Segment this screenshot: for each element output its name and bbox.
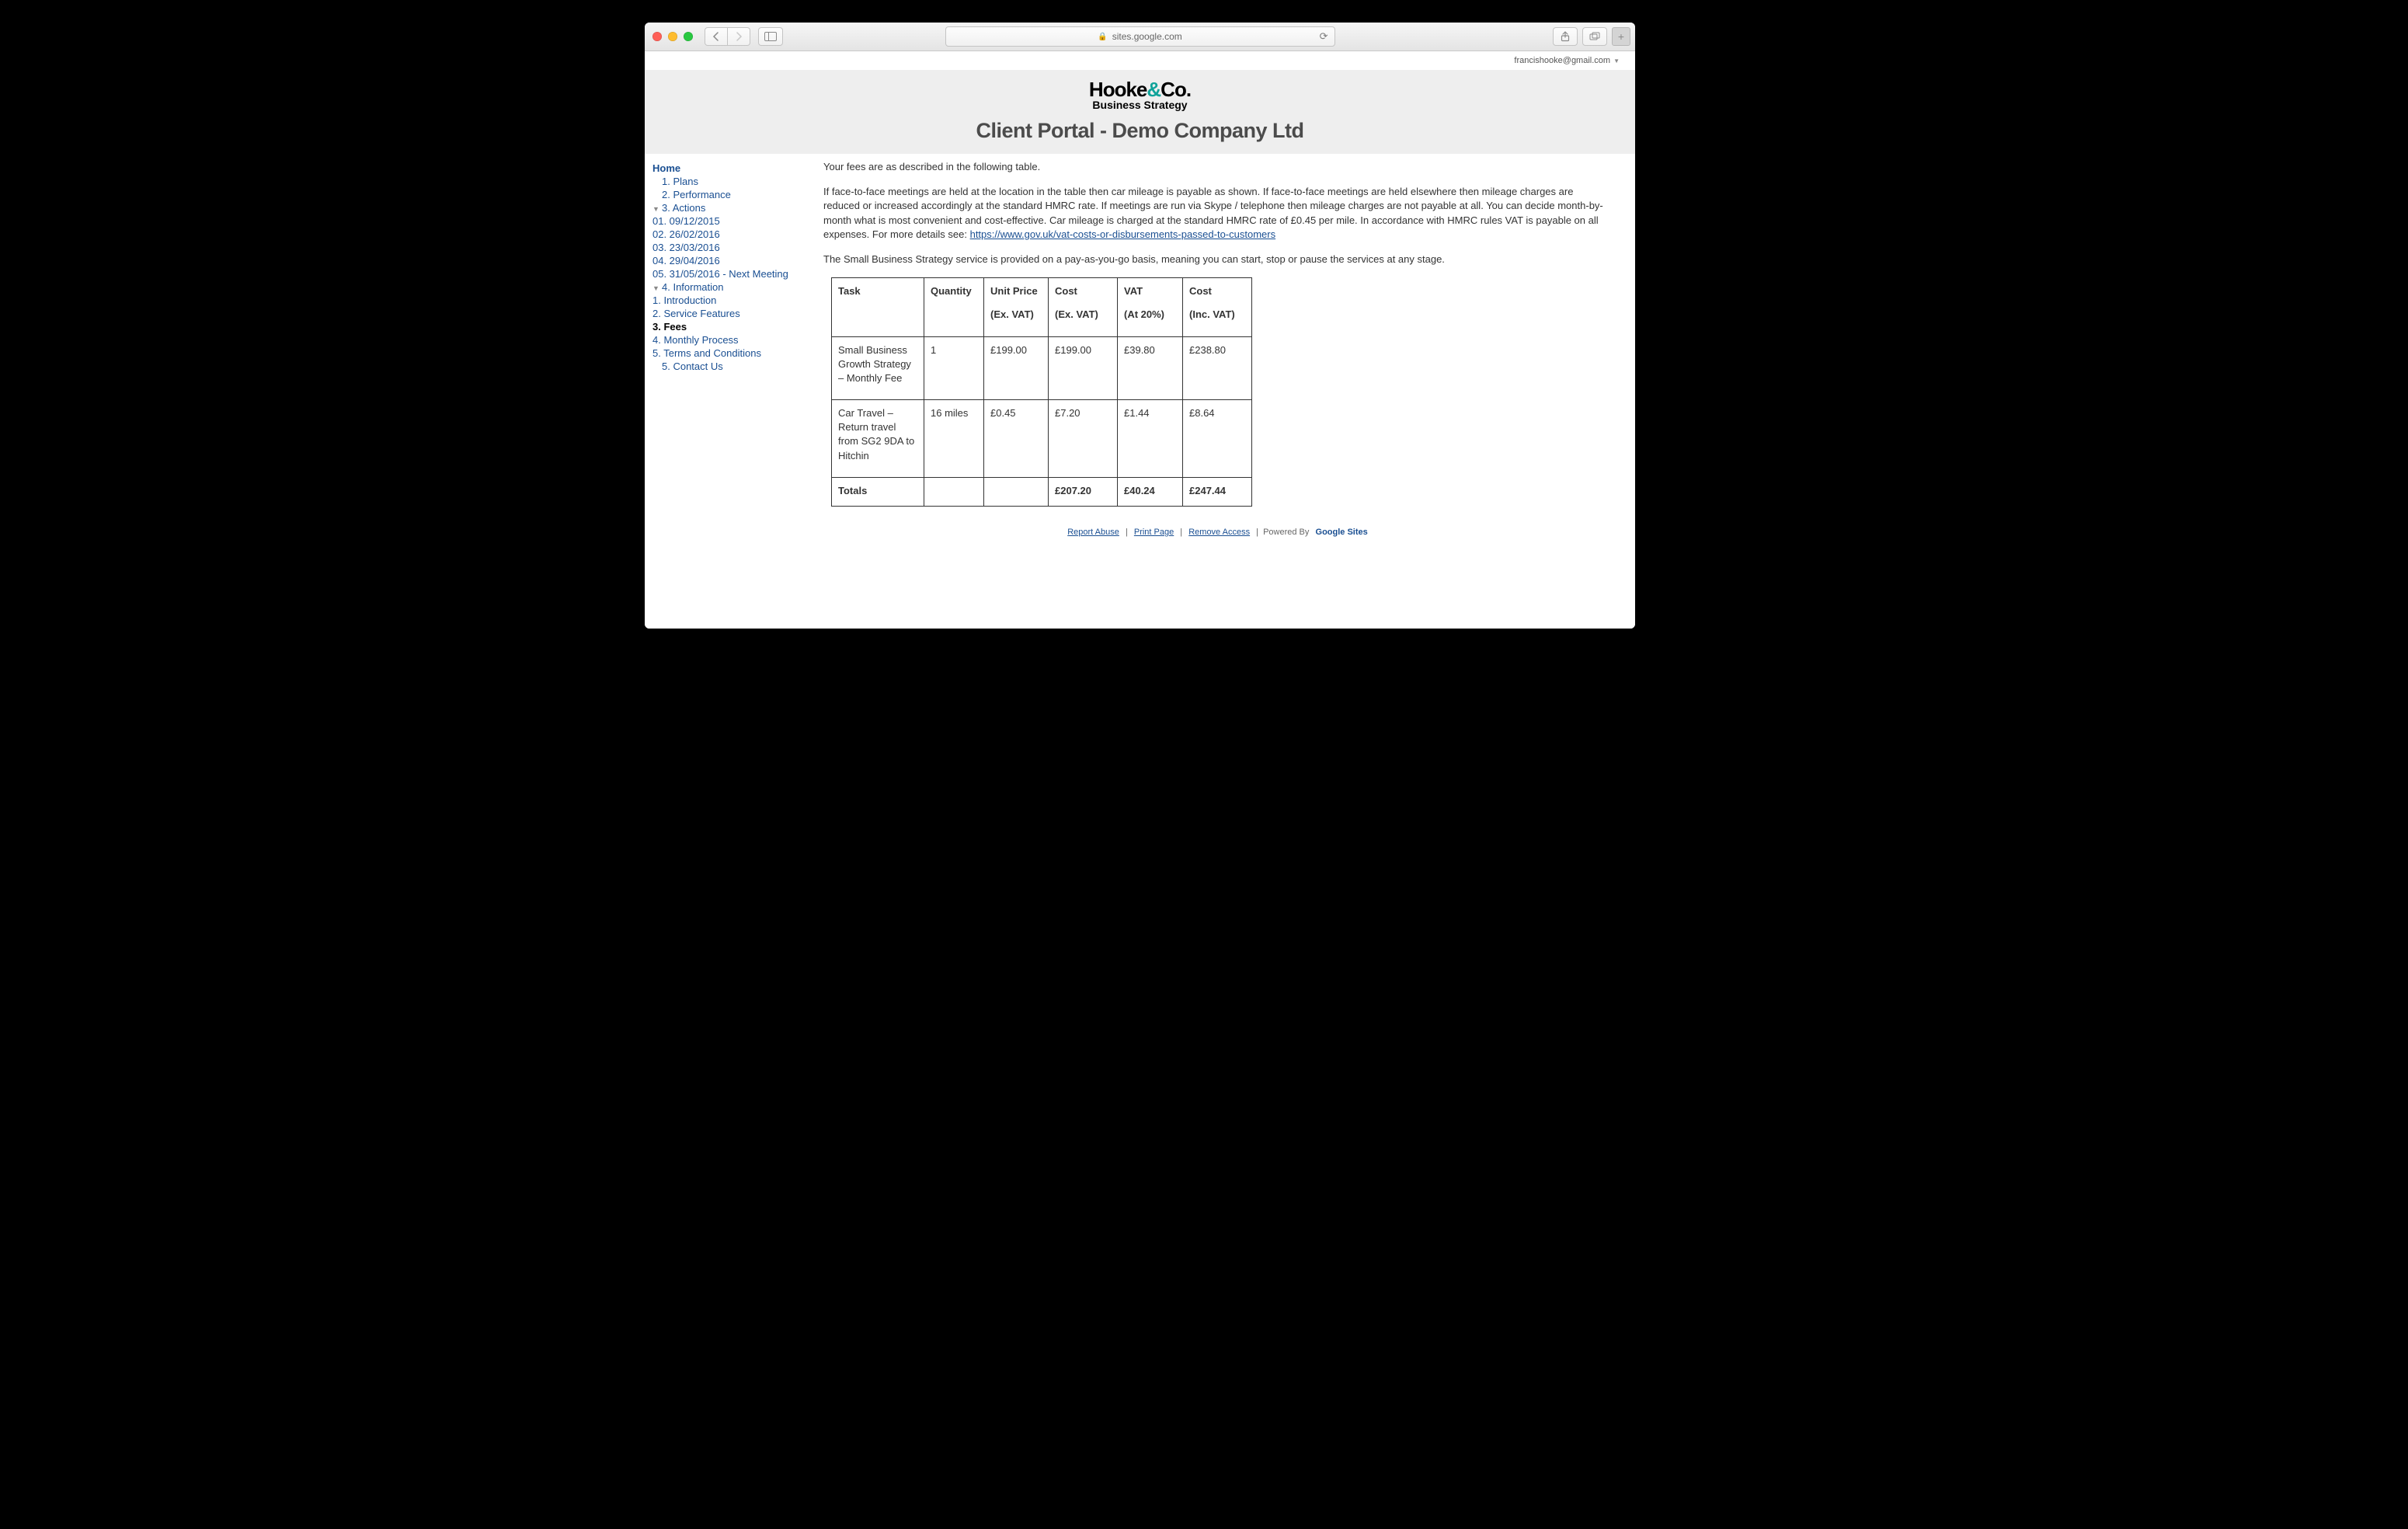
nav-performance[interactable]: 2. Performance [662, 189, 731, 200]
nav-actions[interactable]: 3. Actions [662, 202, 705, 214]
nav-home[interactable]: Home [652, 162, 680, 174]
logo-amp: & [1147, 78, 1161, 101]
address-text: sites.google.com [1112, 31, 1182, 42]
table-totals-row: Totals £207.20 £40.24 £247.44 [832, 477, 1252, 506]
chevron-down-icon[interactable]: ▼ [652, 284, 660, 292]
address-bar[interactable]: 🔒 sites.google.com ⟳ [945, 26, 1335, 47]
site-footer: Report Abuse | Print Page | Remove Acces… [823, 527, 1612, 538]
minimize-window-button[interactable] [668, 32, 677, 41]
fees-table: Task Quantity Unit Price(Ex. VAT) Cost(E… [831, 277, 1252, 507]
logo: Hooke&Co. [1089, 79, 1191, 99]
mileage-paragraph: If face-to-face meetings are held at the… [823, 185, 1612, 242]
nav-action-2[interactable]: 02. 26/02/2016 [652, 228, 720, 240]
powered-by-label: Powered By [1263, 528, 1309, 537]
logo-text: Hooke [1089, 78, 1147, 101]
main-content: Your fees are as described in the follow… [823, 160, 1627, 538]
cell-vat: £39.80 [1118, 336, 1183, 400]
nav-intro[interactable]: 1. Introduction [652, 294, 716, 306]
cell-total-ex: £207.20 [1049, 477, 1118, 506]
th-unit-price: Unit Price(Ex. VAT) [984, 278, 1049, 336]
nav-action-4[interactable]: 04. 29/04/2016 [652, 255, 720, 266]
cell-totals-label: Totals [832, 477, 924, 506]
cell-cost-ex: £7.20 [1049, 400, 1118, 478]
cell-task: Small Business Growth Strategy – Monthly… [832, 336, 924, 400]
chevron-down-icon[interactable]: ▼ [652, 205, 660, 213]
google-sites-link[interactable]: Google Sites [1316, 528, 1368, 537]
page-title: Client Portal - Demo Company Ltd [976, 119, 1303, 143]
reload-button[interactable]: ⟳ [1320, 30, 1328, 43]
cell-qty: 16 miles [924, 400, 984, 478]
cell-qty: 1 [924, 336, 984, 400]
account-email: francishooke@gmail.com [1514, 56, 1610, 65]
logo-text2: Co. [1161, 78, 1191, 101]
th-cost-inc: Cost(Inc. VAT) [1183, 278, 1252, 336]
nav-action-1[interactable]: 01. 09/12/2015 [652, 215, 720, 227]
maximize-window-button[interactable] [684, 32, 693, 41]
payg-paragraph: The Small Business Strategy service is p… [823, 253, 1612, 266]
th-vat: VAT(At 20%) [1118, 278, 1183, 336]
site-header: Hooke&Co. Business Strategy Client Porta… [645, 70, 1635, 154]
cell-total-vat: £40.24 [1118, 477, 1183, 506]
print-page-link[interactable]: Print Page [1134, 528, 1174, 537]
th-quantity: Quantity [924, 278, 984, 336]
hmrc-link[interactable]: https://www.gov.uk/vat-costs-or-disburse… [970, 228, 1276, 240]
lock-icon: 🔒 [1098, 33, 1107, 41]
logo-subtitle: Business Strategy [1092, 99, 1187, 111]
close-window-button[interactable] [652, 32, 662, 41]
account-menu[interactable]: francishooke@gmail.com ▼ [645, 51, 1635, 70]
nav-monthly[interactable]: 4. Monthly Process [652, 334, 739, 346]
chevron-down-icon: ▼ [1613, 57, 1620, 64]
browser-toolbar: 🔒 sites.google.com ⟳ + [645, 23, 1635, 51]
cell-unit-price: £0.45 [984, 400, 1049, 478]
report-abuse-link[interactable]: Report Abuse [1067, 528, 1119, 537]
remove-access-link[interactable]: Remove Access [1188, 528, 1250, 537]
window-controls [652, 32, 693, 41]
table-row: Small Business Growth Strategy – Monthly… [832, 336, 1252, 400]
nav-contact[interactable]: 5. Contact Us [662, 360, 723, 372]
cell-unit-price: £199.00 [984, 336, 1049, 400]
sidebar-toggle-button[interactable] [758, 27, 783, 46]
forward-button[interactable] [728, 27, 750, 46]
share-button[interactable] [1553, 27, 1578, 46]
th-task: Task [832, 278, 924, 336]
cell-task: Car Travel – Return travel from SG2 9DA … [832, 400, 924, 478]
nav-fees[interactable]: 3. Fees [652, 321, 687, 333]
intro-paragraph: Your fees are as described in the follow… [823, 160, 1612, 174]
nav-action-5[interactable]: 05. 31/05/2016 - Next Meeting [652, 268, 788, 280]
nav-terms[interactable]: 5. Terms and Conditions [652, 347, 761, 359]
nav-features[interactable]: 2. Service Features [652, 308, 740, 319]
new-tab-button[interactable]: + [1612, 27, 1630, 46]
nav-plans[interactable]: 1. Plans [662, 176, 698, 187]
nav-information[interactable]: 4. Information [662, 281, 724, 293]
safari-window: 🔒 sites.google.com ⟳ + francishooke@gmai… [645, 23, 1635, 629]
cell-total-inc: £247.44 [1183, 477, 1252, 506]
page-viewport: francishooke@gmail.com ▼ Hooke&Co. Busin… [645, 51, 1635, 629]
cell-cost-ex: £199.00 [1049, 336, 1118, 400]
table-row: Car Travel – Return travel from SG2 9DA … [832, 400, 1252, 478]
table-header-row: Task Quantity Unit Price(Ex. VAT) Cost(E… [832, 278, 1252, 336]
tabs-button[interactable] [1582, 27, 1607, 46]
th-cost-ex: Cost(Ex. VAT) [1049, 278, 1118, 336]
cell-vat: £1.44 [1118, 400, 1183, 478]
cell-cost-inc: £8.64 [1183, 400, 1252, 478]
cell-cost-inc: £238.80 [1183, 336, 1252, 400]
sidebar-nav: Home 1. Plans 2. Performance ▼3. Actions… [652, 160, 823, 538]
nav-action-3[interactable]: 03. 23/03/2016 [652, 242, 720, 253]
back-button[interactable] [705, 27, 728, 46]
